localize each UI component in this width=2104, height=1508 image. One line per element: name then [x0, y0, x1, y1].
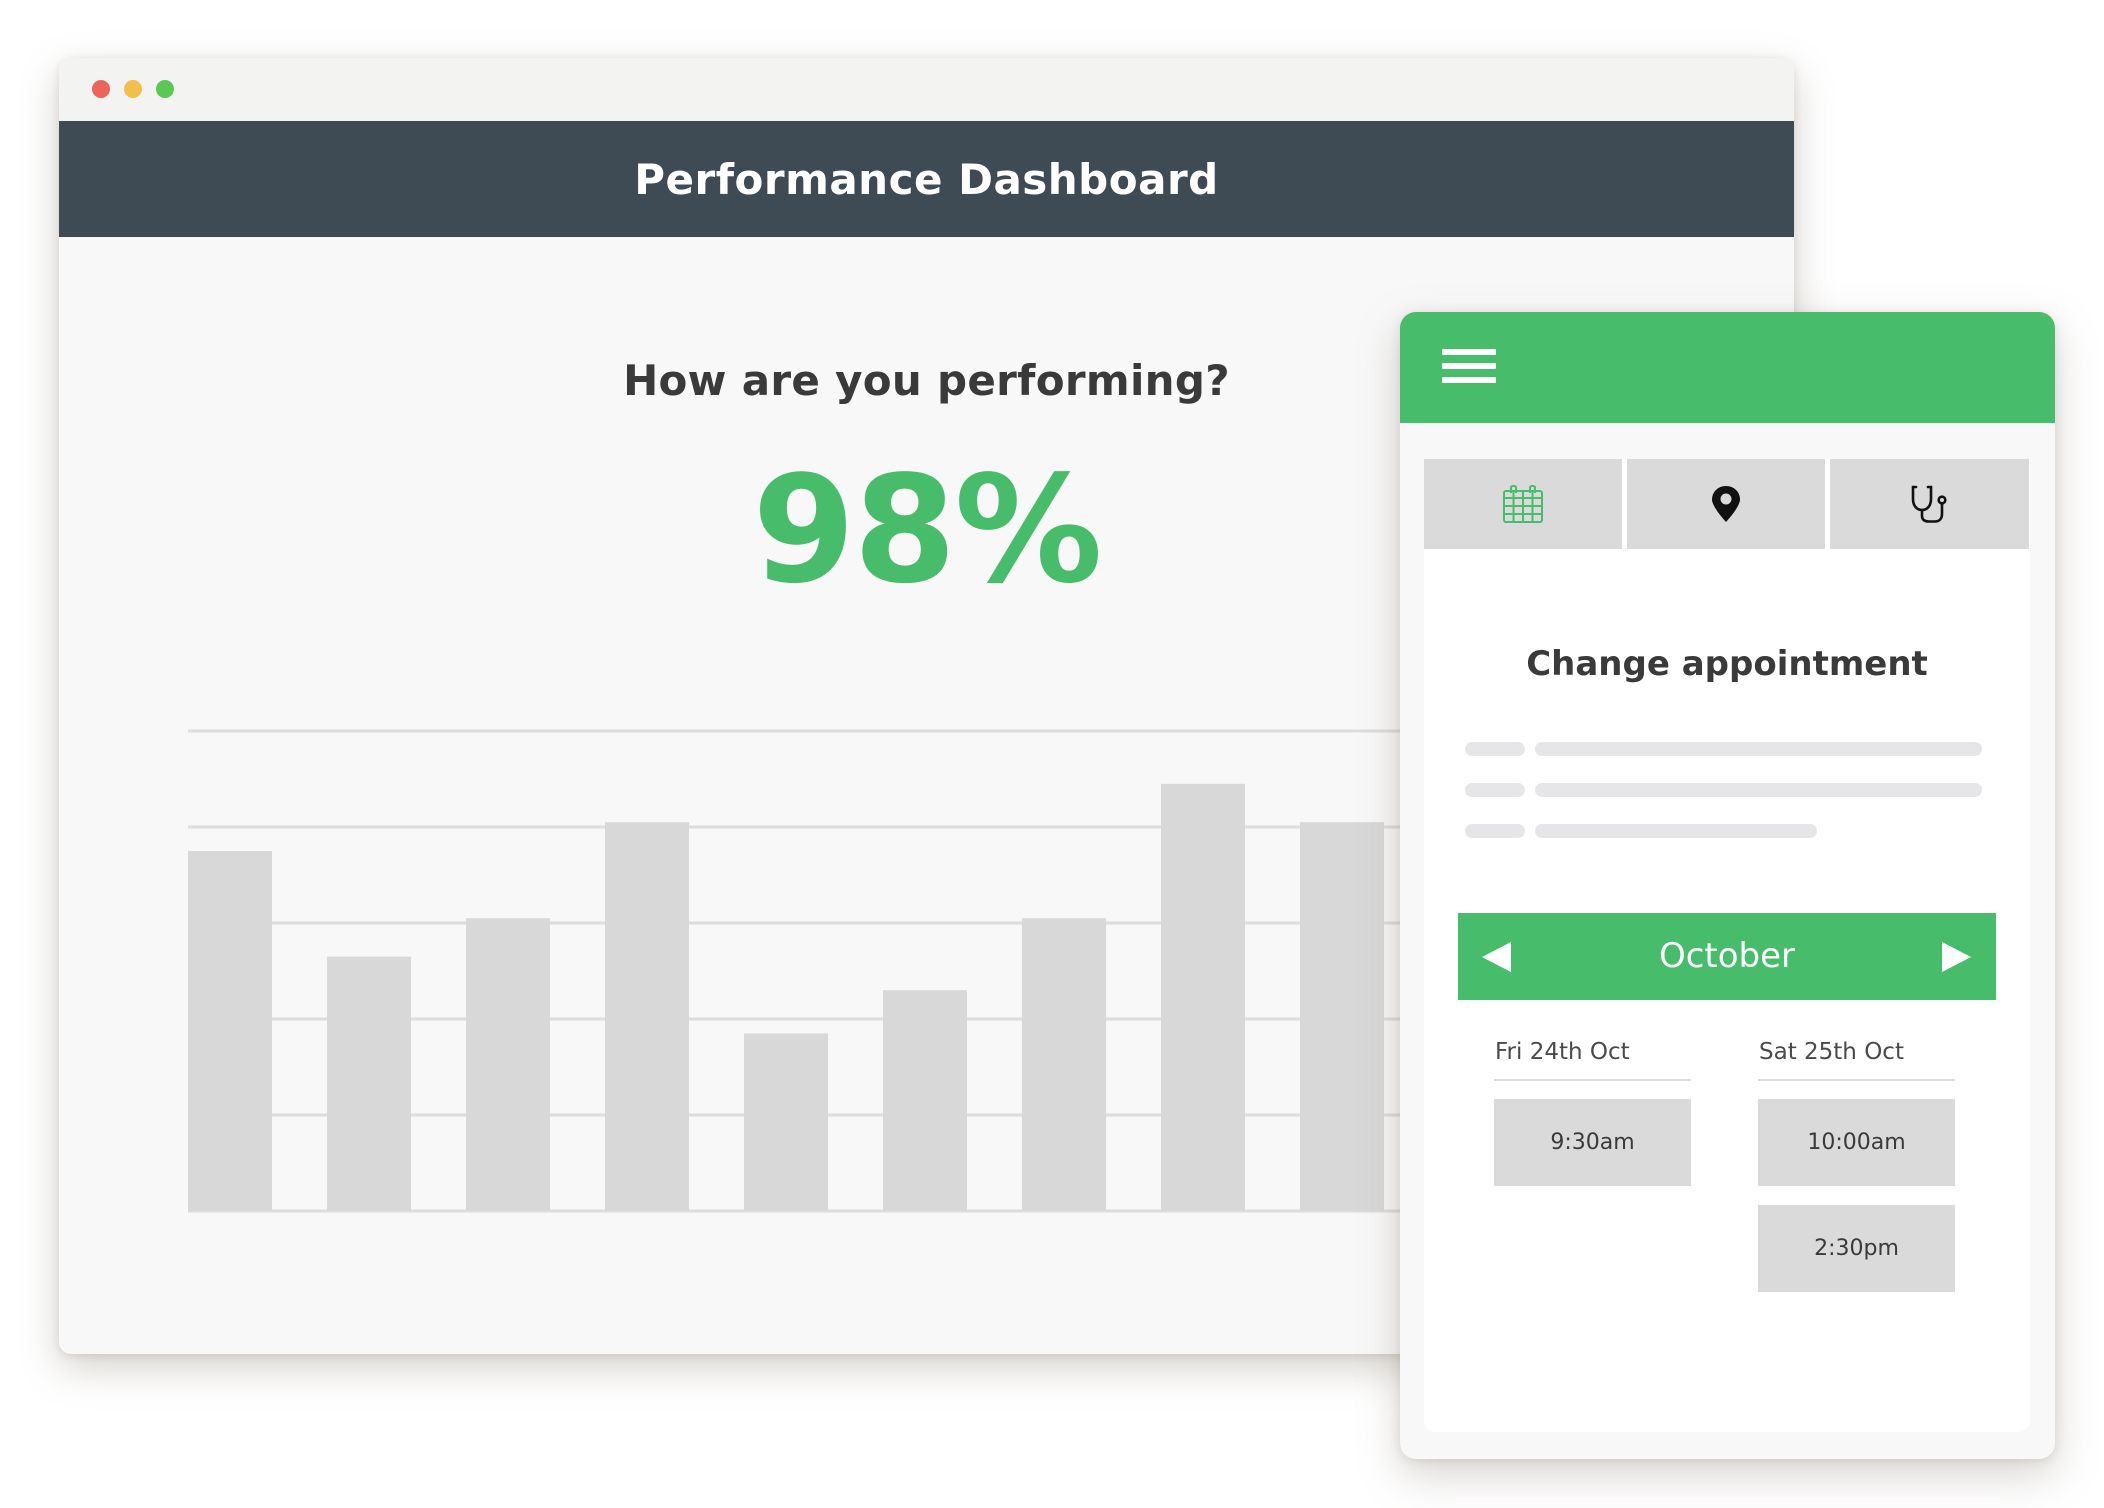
chart-bar — [744, 1033, 828, 1211]
tab-medical[interactable] — [1830, 459, 2029, 549]
chart-bar — [188, 851, 272, 1211]
chart-bar — [883, 990, 967, 1211]
day-label: Sat 25th Oct — [1759, 1039, 1904, 1065]
mobile-content-panel: Change appointment October Fri 24th Oct … — [1424, 459, 2030, 1432]
mobile-header — [1400, 312, 2055, 423]
day-divider — [1758, 1079, 1955, 1081]
chart-bar — [327, 956, 411, 1211]
map-pin-icon — [1712, 486, 1740, 522]
chart-bars — [188, 783, 1384, 1211]
chart-bar — [1300, 822, 1384, 1211]
placeholder-line-long — [1535, 742, 1982, 756]
chart-bar — [1022, 918, 1106, 1211]
mobile-app-frame: Change appointment October Fri 24th Oct … — [1400, 312, 2055, 1459]
chart-bar — [605, 822, 689, 1211]
calendar-icon — [1503, 485, 1543, 523]
placeholder-line-long — [1535, 783, 1982, 797]
tab-location[interactable] — [1627, 459, 1825, 549]
chart-bar — [466, 918, 550, 1211]
chart-bar — [1161, 783, 1245, 1211]
time-slot-button[interactable]: 10:00am — [1758, 1099, 1955, 1186]
day-label: Fri 24th Oct — [1495, 1039, 1630, 1065]
placeholder-line-short — [1465, 742, 1525, 756]
month-label: October — [1658, 936, 1796, 976]
day-divider — [1494, 1079, 1691, 1081]
appointment-title: Change appointment — [1526, 644, 1928, 684]
stethoscope-icon — [1911, 485, 1947, 523]
hamburger-menu-icon[interactable] — [1442, 349, 1496, 389]
time-slot-button[interactable]: 9:30am — [1494, 1099, 1691, 1186]
placeholder-line-short — [1465, 824, 1525, 838]
time-slot-button[interactable]: 2:30pm — [1758, 1205, 1955, 1292]
tab-calendar[interactable] — [1424, 459, 1622, 549]
month-selector: October — [1458, 913, 1996, 1000]
placeholder-line-short — [1465, 783, 1525, 797]
triangle-right-icon[interactable] — [1942, 942, 1971, 972]
placeholder-line-long — [1535, 824, 1817, 838]
